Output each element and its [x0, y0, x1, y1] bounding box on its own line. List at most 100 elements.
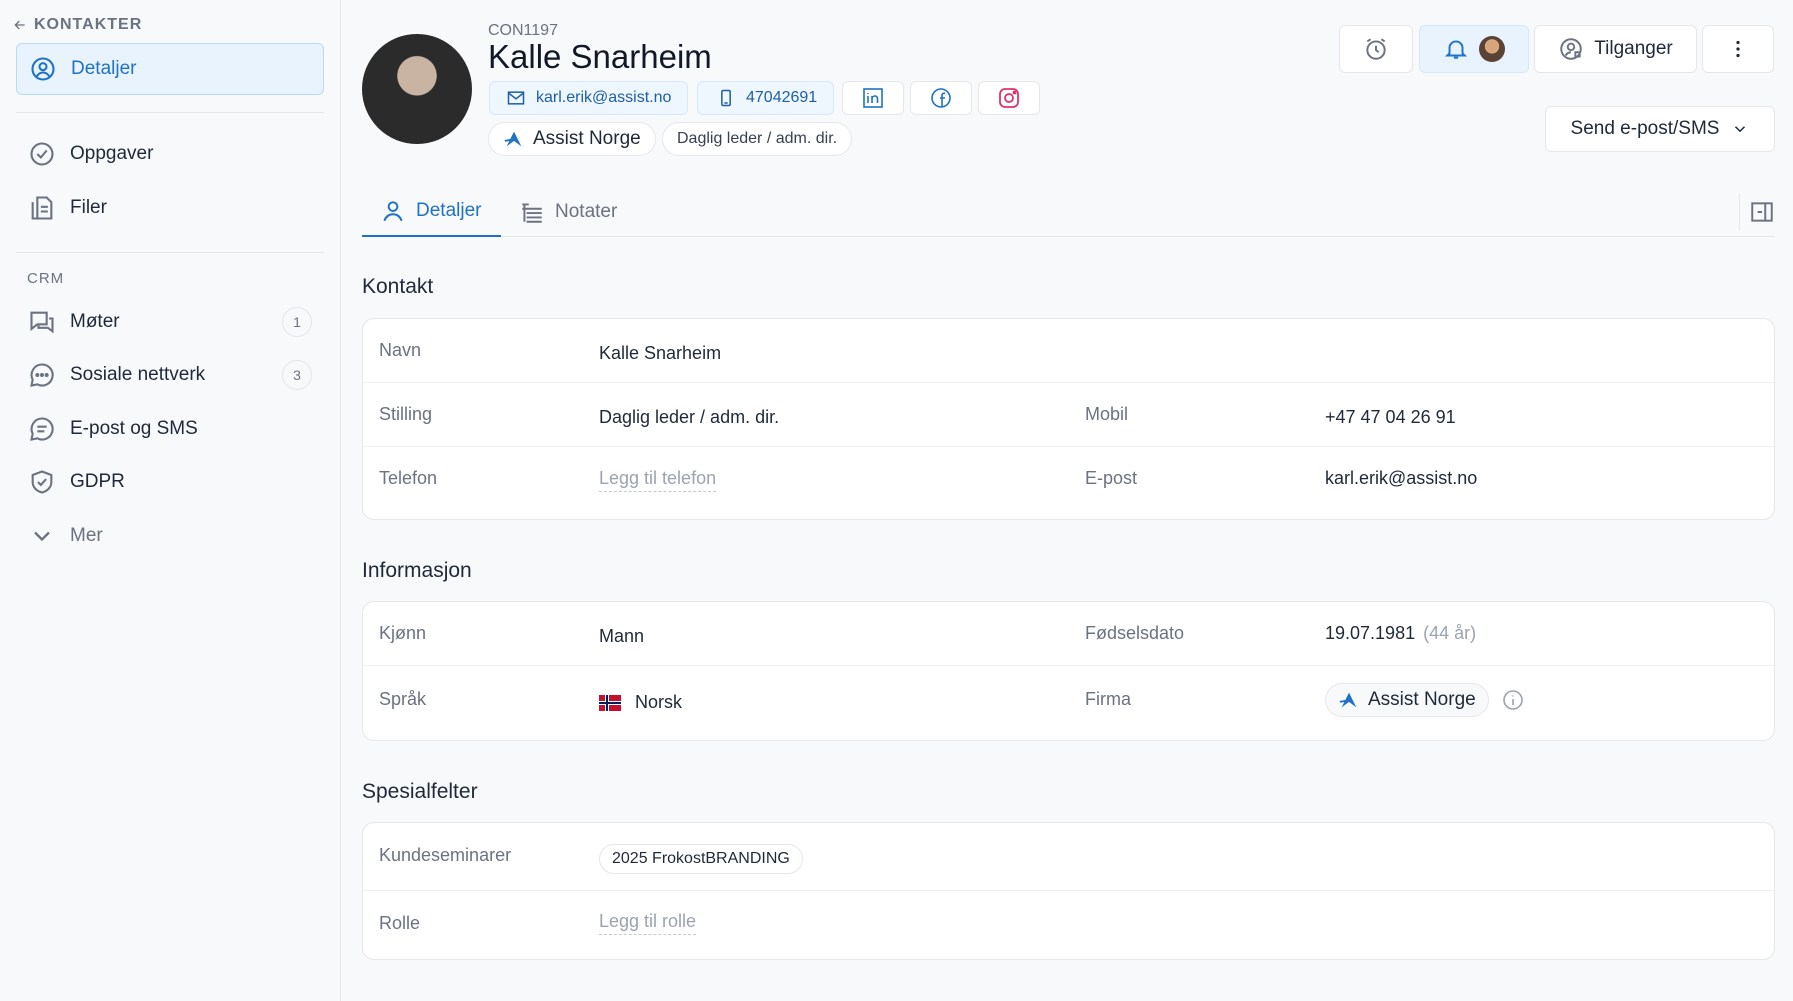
email-value[interactable]: karl.erik@assist.no — [1325, 468, 1477, 489]
email-pill-label: karl.erik@assist.no — [536, 89, 672, 106]
social-count-badge: 3 — [282, 360, 312, 390]
company-tag[interactable]: Assist Norge — [488, 122, 656, 156]
sidebar-item-label: Filer — [70, 197, 107, 218]
tab-label: Detaljer — [416, 199, 482, 221]
side-panel-toggle[interactable] — [1739, 194, 1775, 230]
meetings-count-badge: 1 — [282, 307, 312, 337]
linkedin-icon — [863, 88, 883, 108]
table-row: Språk Norsk Firma Assist Norge — [363, 666, 1774, 742]
company-logo-icon — [504, 131, 522, 147]
kebab-icon — [1736, 40, 1740, 58]
field-label: Rolle — [379, 913, 421, 933]
firm-value: Assist Norge — [1325, 683, 1525, 717]
seminar-chip[interactable]: 2025 FrokostBRANDING — [599, 844, 803, 874]
contact-card: Navn Kalle Snarheim Stilling Daglig lede… — [362, 318, 1775, 520]
chat-icon — [30, 311, 54, 334]
phone-icon — [721, 89, 731, 107]
tab-bar: Detaljer Notater — [362, 186, 1775, 237]
field-label: E-post — [1085, 468, 1138, 488]
name-value[interactable]: Kalle Snarheim — [599, 343, 721, 364]
seminar-value: 2025 FrokostBRANDING — [599, 844, 803, 874]
company-tag-label: Assist Norge — [533, 128, 641, 149]
sidebar-item-files[interactable]: Filer — [16, 182, 324, 234]
sidebar-item-email-sms[interactable]: E-post og SMS — [16, 403, 324, 455]
user-circle-icon — [31, 57, 55, 81]
mail-icon — [507, 91, 525, 105]
notification-button[interactable] — [1419, 25, 1529, 73]
contact-section-title: Kontakt — [362, 275, 434, 298]
add-role-field[interactable]: Legg til rolle — [599, 911, 697, 935]
sidebar-item-label: GDPR — [70, 471, 125, 492]
field-label: Firma — [1085, 689, 1131, 709]
sidebar-item-meetings[interactable]: Møter 1 — [16, 296, 324, 348]
notes-icon — [522, 202, 542, 223]
back-label: KONTAKTER — [34, 16, 143, 33]
dots-chat-icon — [30, 363, 54, 387]
field-label: Fødselsdato — [1085, 623, 1185, 643]
gender-value[interactable]: Mann — [599, 626, 644, 647]
birthdate-text: 19.07.1981 — [1325, 623, 1416, 643]
sidebar-item-tasks[interactable]: Oppgaver — [16, 128, 324, 180]
table-row: Telefon Legg til telefon E-post karl.eri… — [363, 447, 1774, 511]
facebook-icon — [931, 88, 951, 108]
field-label: Språk — [379, 689, 427, 709]
permissions-label: Tilganger — [1594, 38, 1673, 59]
add-phone-field[interactable]: Legg til telefon — [599, 468, 717, 492]
user-icon — [383, 200, 403, 221]
sidebar-divider — [16, 252, 324, 253]
tab-label: Notater — [555, 200, 618, 222]
more-actions-button[interactable] — [1702, 25, 1774, 73]
sidebar-item-label: Detaljer — [71, 58, 137, 79]
title-tag-label: Daglig leder / adm. dir. — [677, 130, 838, 147]
language-value[interactable]: Norsk — [599, 692, 682, 713]
field-label: Stilling — [379, 404, 433, 424]
subscriber-avatar — [1479, 36, 1505, 62]
tab-notes[interactable]: Notater — [519, 186, 617, 237]
sidebar-item-gdpr[interactable]: GDPR — [16, 456, 324, 508]
sidebar-item-label: Oppgaver — [70, 143, 154, 164]
mobile-value[interactable]: +47 47 04 26 91 — [1325, 407, 1456, 428]
language-text: Norsk — [635, 692, 683, 712]
field-label: Mobil — [1085, 404, 1129, 424]
chevron-down-icon — [34, 531, 50, 542]
linkedin-button[interactable] — [842, 81, 904, 115]
send-email-sms-button[interactable]: Send e-post/SMS — [1545, 106, 1775, 152]
phone-pill[interactable]: 47042691 — [697, 81, 835, 115]
sidebar-item-label: Møter — [70, 311, 120, 332]
position-value[interactable]: Daglig leder / adm. dir. — [599, 407, 779, 428]
age-text: (44 år) — [1423, 623, 1477, 643]
table-row: Stilling Daglig leder / adm. dir. Mobil … — [363, 383, 1774, 447]
sidebar: KONTAKTER Detaljer Oppgaver Filer CRM Mø… — [0, 0, 341, 1001]
shield-icon — [31, 470, 53, 494]
table-row: Rolle Legg til rolle — [363, 891, 1774, 961]
sidebar-item-social-networks[interactable]: Sosiale nettverk 3 — [16, 349, 324, 401]
file-icon — [31, 196, 53, 220]
firm-chip[interactable]: Assist Norge — [1325, 683, 1489, 717]
field-label: Kjønn — [379, 623, 427, 643]
email-pill[interactable]: karl.erik@assist.no — [489, 81, 689, 115]
company-logo-icon — [1339, 692, 1357, 708]
info-icon[interactable] — [1501, 688, 1525, 712]
sidebar-item-details[interactable]: Detaljer — [16, 43, 324, 95]
info-card: Kjønn Mann Fødselsdato 19.07.1981 (44 år… — [362, 601, 1775, 741]
back-to-contacts[interactable]: KONTAKTER — [12, 16, 142, 34]
crm-section-label: CRM — [27, 270, 65, 287]
custom-fields-section-title: Spesialfelter — [362, 780, 478, 803]
alarm-icon — [1366, 38, 1386, 60]
facebook-button[interactable] — [910, 81, 972, 115]
table-row: Kjønn Mann Fødselsdato 19.07.1981 (44 år… — [363, 602, 1774, 666]
sidebar-item-label: Mer — [70, 525, 103, 546]
tab-details[interactable]: Detaljer — [362, 186, 501, 237]
contact-avatar — [362, 34, 472, 144]
sidebar-item-more[interactable]: Mer — [16, 510, 324, 562]
instagram-button[interactable] — [978, 81, 1040, 115]
reminder-button[interactable] — [1339, 25, 1413, 73]
chevron-down-icon — [1735, 126, 1746, 133]
side-panel-icon — [1751, 202, 1773, 222]
sidebar-item-label: E-post og SMS — [70, 418, 198, 439]
birthdate-value[interactable]: 19.07.1981 (44 år) — [1325, 623, 1476, 644]
permissions-button[interactable]: Tilganger — [1534, 25, 1697, 73]
sidebar-divider — [16, 112, 324, 113]
table-row: Navn Kalle Snarheim — [363, 319, 1774, 383]
table-row: Kundeseminarer 2025 FrokostBRANDING — [363, 823, 1774, 891]
